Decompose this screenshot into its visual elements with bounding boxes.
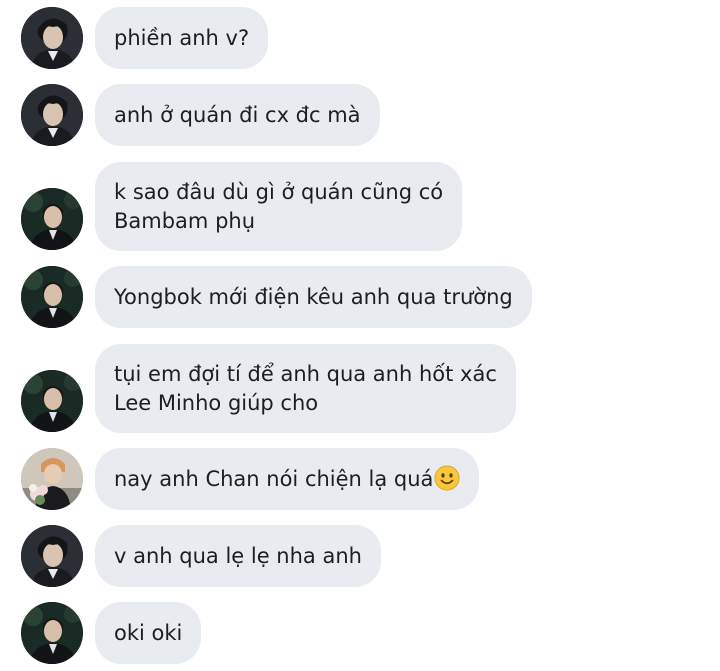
message-line: v anh qua lẹ lẹ nha anh xyxy=(114,543,362,568)
message-line: Bambam phụ xyxy=(114,208,256,233)
avatar[interactable] xyxy=(21,525,83,587)
message-text: Yongbok mới điện kêu anh qua trường xyxy=(114,283,513,312)
message-text: v anh qua lẹ lẹ nha anh xyxy=(114,542,362,571)
message-text: k sao đâu dù gì ở quán cũng có Bambam ph… xyxy=(114,178,443,236)
profile-photo xyxy=(21,602,83,664)
message-text: anh ở quán đi cx đc mà xyxy=(114,101,361,130)
message-bubble[interactable]: v anh qua lẹ lẹ nha anh xyxy=(95,525,381,587)
message-line-text: nay anh Chan nói chiện lạ quá xyxy=(114,466,434,491)
message-line: Lee Minho giúp cho xyxy=(114,390,319,415)
message-bubble[interactable]: k sao đâu dù gì ở quán cũng có Bambam ph… xyxy=(95,162,463,251)
message-line: phiền anh v? xyxy=(114,25,250,50)
message-line: anh ở quán đi cx đc mà xyxy=(114,102,361,127)
message-bubble[interactable]: tụi em đợi tí để anh qua anh hốt xác Lee… xyxy=(95,344,516,433)
chat-thread: phiền anh v? anh ở quán đi cx đc mà k sa… xyxy=(0,0,720,671)
profile-photo xyxy=(21,266,83,328)
slightly-smiling-face-icon xyxy=(434,465,460,491)
avatar[interactable] xyxy=(21,84,83,146)
message-bubble[interactable]: anh ở quán đi cx đc mà xyxy=(95,84,380,146)
message-text: phiền anh v? xyxy=(114,24,249,53)
message-text: oki oki xyxy=(114,619,182,648)
message-line: k sao đâu dù gì ở quán cũng có xyxy=(114,179,444,204)
profile-photo xyxy=(21,448,83,510)
message-bubble[interactable]: oki oki xyxy=(95,602,202,664)
message-bubble[interactable]: nay anh Chan nói chiện lạ quá xyxy=(95,448,480,510)
profile-photo xyxy=(21,84,83,146)
message-text: nay anh Chan nói chiện lạ quá xyxy=(114,465,460,494)
profile-photo xyxy=(21,525,83,587)
avatar[interactable] xyxy=(21,448,83,510)
profile-photo xyxy=(21,370,83,432)
avatar[interactable] xyxy=(21,266,83,328)
message-line: tụi em đợi tí để anh qua anh hốt xác xyxy=(114,361,497,386)
message-text: tụi em đợi tí để anh qua anh hốt xác Lee… xyxy=(114,360,497,418)
avatar[interactable] xyxy=(21,188,83,250)
message-line: nay anh Chan nói chiện lạ quá xyxy=(114,465,460,494)
avatar[interactable] xyxy=(21,7,83,69)
avatar[interactable] xyxy=(21,602,83,664)
message-line: oki oki xyxy=(114,620,183,645)
avatar[interactable] xyxy=(21,370,83,432)
message-bubble[interactable]: Yongbok mới điện kêu anh qua trường xyxy=(95,266,532,328)
message-line: Yongbok mới điện kêu anh qua trường xyxy=(114,284,513,309)
message-bubble[interactable]: phiền anh v? xyxy=(95,7,269,69)
profile-photo xyxy=(21,7,83,69)
profile-photo xyxy=(21,188,83,250)
